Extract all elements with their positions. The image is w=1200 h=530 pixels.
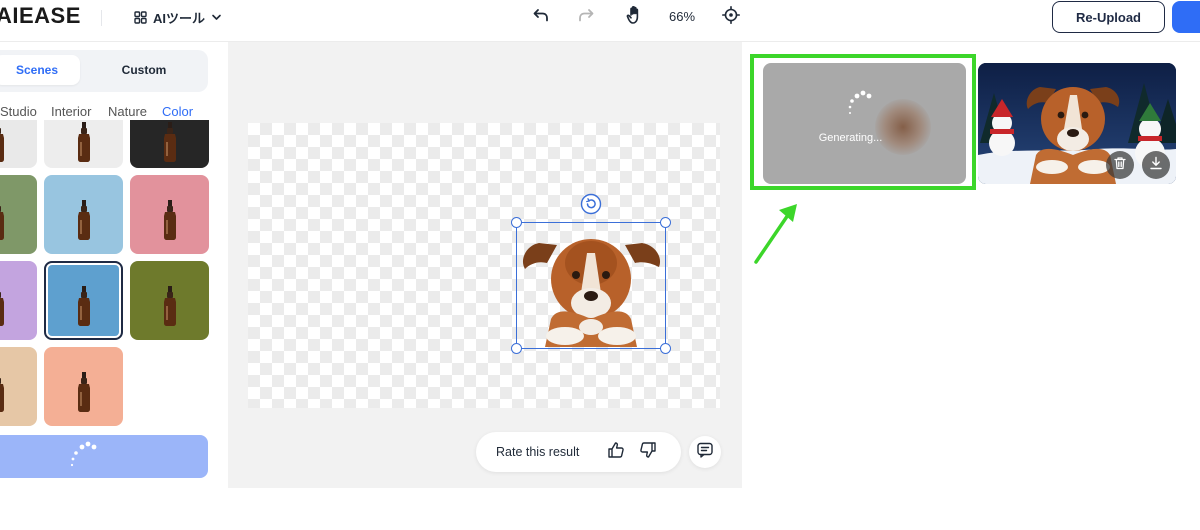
generating-preview-blur xyxy=(875,99,931,155)
result-thumbnail[interactable] xyxy=(978,63,1176,184)
bottle-icon xyxy=(77,122,90,162)
app-logo[interactable]: AIEASE xyxy=(0,3,81,29)
resize-handle-bottom-right[interactable] xyxy=(660,343,671,354)
thumbs-down-button[interactable] xyxy=(638,441,658,464)
scene-tabs: Scenes Custom xyxy=(0,50,208,92)
bottle-icon xyxy=(0,292,4,326)
category-nature[interactable]: Nature xyxy=(108,104,147,119)
bottle-icon xyxy=(77,286,90,326)
scene-thumbnail[interactable] xyxy=(44,261,123,340)
top-bar: AIEASE AIツール 66% Re-Upload xyxy=(0,0,1200,42)
bottle-icon xyxy=(163,122,176,162)
zoom-level[interactable]: 66% xyxy=(669,9,695,24)
resize-handle-bottom-left[interactable] xyxy=(511,343,522,354)
ai-tools-menu[interactable]: AIツール xyxy=(134,6,222,28)
rate-result-bar: Rate this result xyxy=(476,432,681,472)
undo-icon xyxy=(532,6,550,29)
scene-thumbnail[interactable] xyxy=(44,120,123,168)
rotate-handle[interactable] xyxy=(580,193,602,220)
loading-spinner-icon xyxy=(70,441,97,467)
bottle-icon xyxy=(163,200,176,240)
redo-icon xyxy=(577,6,595,29)
scene-thumbnail[interactable] xyxy=(130,175,209,254)
thumbs-up-icon xyxy=(607,441,625,464)
scene-thumbnail[interactable] xyxy=(44,347,123,426)
re-upload-button[interactable]: Re-Upload xyxy=(1052,1,1165,33)
hand-icon xyxy=(624,5,642,30)
download-icon xyxy=(1149,156,1163,175)
results-panel: Generating... xyxy=(742,42,1200,488)
generating-label: Generating... xyxy=(818,132,883,144)
annotation-arrow-icon xyxy=(754,204,797,264)
download-result-button[interactable] xyxy=(1142,151,1170,179)
feedback-icon xyxy=(696,441,714,464)
thumbs-down-icon xyxy=(639,441,657,464)
delete-icon xyxy=(1113,156,1127,175)
redo-button[interactable] xyxy=(573,4,599,30)
thumbs-up-button[interactable] xyxy=(606,441,626,464)
recenter-button[interactable] xyxy=(718,4,744,30)
bottle-icon xyxy=(77,200,90,240)
bottle-icon xyxy=(0,128,4,162)
category-interior[interactable]: Interior xyxy=(51,104,91,119)
canvas-area: Rate this result xyxy=(228,42,742,488)
delete-result-button[interactable] xyxy=(1106,151,1134,179)
ai-tools-label: AIツール xyxy=(153,10,206,26)
scene-thumbnail[interactable] xyxy=(0,347,37,426)
scene-panel: Scenes Custom Studio Interior Nature Col… xyxy=(0,42,228,488)
chevron-down-icon xyxy=(211,12,222,23)
generating-card: Generating... xyxy=(763,63,966,184)
bottle-icon xyxy=(0,206,4,240)
scene-thumbnail[interactable] xyxy=(130,261,209,340)
scene-thumbnail[interactable] xyxy=(0,175,37,254)
rate-result-label: Rate this result xyxy=(496,445,580,459)
resize-handle-top-left[interactable] xyxy=(511,217,522,228)
bottle-icon xyxy=(163,286,176,326)
scene-thumbnail[interactable] xyxy=(44,175,123,254)
generate-button[interactable] xyxy=(0,435,208,478)
scene-thumbnail[interactable] xyxy=(0,261,37,340)
feedback-button[interactable] xyxy=(689,436,721,468)
bottom-strip xyxy=(0,488,1200,530)
dog-subject-image xyxy=(522,239,661,347)
crosshair-icon xyxy=(722,5,740,29)
category-studio[interactable]: Studio xyxy=(0,104,37,119)
bottle-icon xyxy=(77,372,90,412)
tab-custom[interactable]: Custom xyxy=(90,55,198,85)
download-primary-button[interactable] xyxy=(1172,1,1200,33)
scene-thumbnail[interactable] xyxy=(130,120,209,168)
grid-icon xyxy=(134,10,147,24)
scene-thumbnail[interactable] xyxy=(0,120,37,168)
generating-spinner-icon xyxy=(848,90,872,114)
tab-scenes[interactable]: Scenes xyxy=(0,55,80,85)
selected-subject[interactable] xyxy=(511,217,671,354)
bottle-icon xyxy=(0,378,4,412)
undo-button[interactable] xyxy=(528,4,554,30)
logo-divider xyxy=(101,10,102,26)
category-color[interactable]: Color xyxy=(162,104,193,119)
resize-handle-top-right[interactable] xyxy=(660,217,671,228)
hand-tool-button[interactable] xyxy=(620,4,646,30)
rotate-icon xyxy=(580,193,602,220)
